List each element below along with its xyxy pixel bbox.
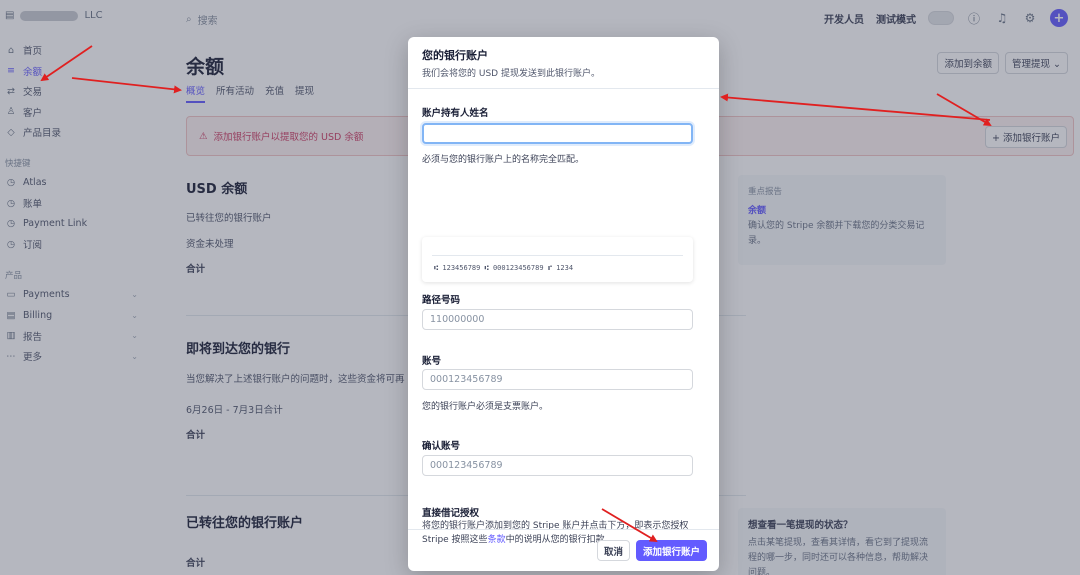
account-number-input[interactable] bbox=[422, 369, 693, 390]
cancel-button[interactable]: 取消 bbox=[596, 540, 630, 561]
modal-header: 您的银行账户 我们会将您的 USD 提现发送到此银行账户。 bbox=[408, 37, 719, 89]
modal-title: 您的银行账户 bbox=[422, 49, 488, 62]
holder-name-input[interactable] bbox=[422, 123, 693, 144]
modal-footer: 取消 添加银行账户 bbox=[408, 529, 719, 571]
check-illustration: ⑆ 123456789 ⑆ 000123456789 ⑈ 1234 bbox=[422, 237, 693, 282]
account-number-help: 您的银行账户必须是支票账户。 bbox=[422, 402, 549, 412]
modal-subtitle: 我们会将您的 USD 提现发送到此银行账户。 bbox=[422, 69, 600, 79]
confirm-account-label: 确认账号 bbox=[422, 441, 461, 452]
check-micr-line: ⑆ 123456789 ⑆ 000123456789 ⑈ 1234 bbox=[434, 264, 574, 272]
confirm-account-input[interactable] bbox=[422, 455, 693, 476]
routing-number-label: 路径号码 bbox=[422, 295, 461, 306]
app-root: ▤ LLC ⌕ 搜索 开发人员 测试模式 ⓘ ♫ ⚙ + ⌂ 首页 ≡ 余额 ⇄ 交易… bbox=[0, 0, 1080, 575]
check-signature-line bbox=[432, 255, 683, 256]
routing-number-input[interactable] bbox=[422, 309, 693, 330]
holder-name-help: 必须与您的银行账户上的名称完全匹配。 bbox=[422, 155, 585, 165]
add-bank-account-submit-button[interactable]: 添加银行账户 bbox=[635, 540, 707, 561]
holder-name-label: 账户持有人姓名 bbox=[422, 108, 489, 119]
mandate-title: 直接借记授权 bbox=[422, 508, 480, 519]
bank-account-modal: 您的银行账户 我们会将您的 USD 提现发送到此银行账户。 账户持有人姓名 必须… bbox=[408, 37, 719, 571]
account-number-label: 账号 bbox=[422, 356, 442, 367]
